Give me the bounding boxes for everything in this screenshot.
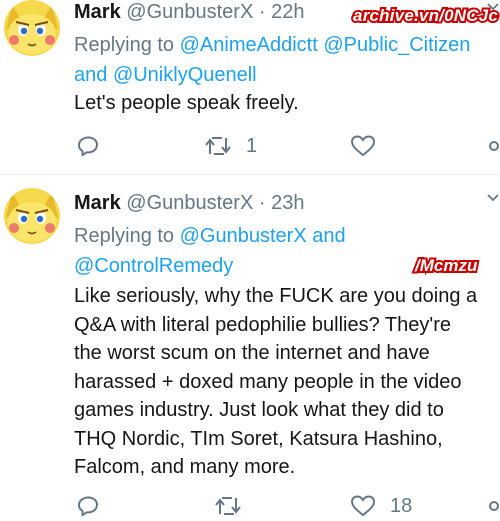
author-name[interactable]: Mark xyxy=(74,1,121,23)
divider xyxy=(0,174,500,175)
retweet-button[interactable] xyxy=(214,491,242,521)
retweet-icon xyxy=(205,137,231,155)
mention-link[interactable]: @AnimeAddictt xyxy=(180,34,318,56)
retweet-icon xyxy=(215,497,241,515)
replying-label: Replying to xyxy=(74,34,175,56)
and-label: and xyxy=(74,64,108,86)
and-label: and xyxy=(312,225,346,247)
tweet-text-line: the worst scum on the internet and have xyxy=(74,342,430,364)
tweet-text: Like seriously, why the FUCK are you doi… xyxy=(74,282,500,482)
mention-link[interactable]: @UniklyQuenell xyxy=(113,64,257,86)
heart-icon xyxy=(350,135,376,157)
mention-link[interactable]: @GunbusterX xyxy=(180,225,307,247)
tweet-text: Let's people speak freely. xyxy=(74,92,299,114)
replying-to: Replying to @AnimeAddictt @Public_Citize… xyxy=(74,30,500,90)
share-button[interactable] xyxy=(488,131,500,161)
retweet-count: 1 xyxy=(246,134,258,157)
tweet-header: Mark @GunbusterX · 22h xyxy=(74,1,304,24)
like-button[interactable]: 18 xyxy=(350,491,412,521)
tweet-text-line: Falcom, and many more. xyxy=(74,456,296,478)
timestamp[interactable]: 23h xyxy=(271,192,304,214)
like-button[interactable] xyxy=(350,131,376,161)
share-icon xyxy=(489,501,499,511)
tweet-text-line: games industry. Just look what they did … xyxy=(74,399,444,421)
mention-link[interactable]: @Public_Citizen xyxy=(323,34,470,56)
heart-icon xyxy=(350,495,376,517)
separator: · xyxy=(258,192,266,214)
author-name[interactable]: Mark xyxy=(74,192,121,214)
avatar[interactable] xyxy=(4,0,60,56)
like-count: 18 xyxy=(390,494,413,517)
share-button[interactable] xyxy=(488,491,500,521)
tweet-actions: 1 xyxy=(74,131,500,161)
tweet-text-line: THQ Nordic, TIm Soret, Katsura Hashino, xyxy=(74,427,443,450)
chevron-down-icon[interactable] xyxy=(486,191,500,205)
reply-button[interactable] xyxy=(76,131,100,161)
separator: · xyxy=(258,1,266,23)
mention-link[interactable]: @ControlRemedy xyxy=(74,255,233,277)
tweet-text-line: Q&A with literal pedophilie bullies? The… xyxy=(74,313,451,336)
timestamp[interactable]: 22h xyxy=(271,1,304,23)
avatar[interactable] xyxy=(4,188,60,244)
author-handle[interactable]: @GunbusterX xyxy=(126,1,253,23)
author-handle[interactable]: @GunbusterX xyxy=(126,192,253,214)
tweet-text-line: Like seriously, why the FUCK are you doi… xyxy=(74,285,478,307)
reply-icon xyxy=(77,136,99,157)
tag-watermark: /Mcmzu xyxy=(413,254,479,277)
tweet[interactable]: Mark @GunbusterX · 22h Replying to @Anim… xyxy=(0,0,500,174)
share-icon xyxy=(489,141,499,151)
retweet-button[interactable]: 1 xyxy=(204,131,257,161)
reply-icon xyxy=(77,496,99,517)
reply-button[interactable] xyxy=(76,491,100,521)
tweet-header: Mark @GunbusterX · 23h xyxy=(74,192,304,215)
replying-label: Replying to xyxy=(74,225,175,247)
tweet-actions: 18 xyxy=(74,491,500,521)
archive-watermark: archive.vn/0NCJc xyxy=(351,4,500,27)
tweet-text-line: harassed + doxed many people in the vide… xyxy=(74,370,462,393)
